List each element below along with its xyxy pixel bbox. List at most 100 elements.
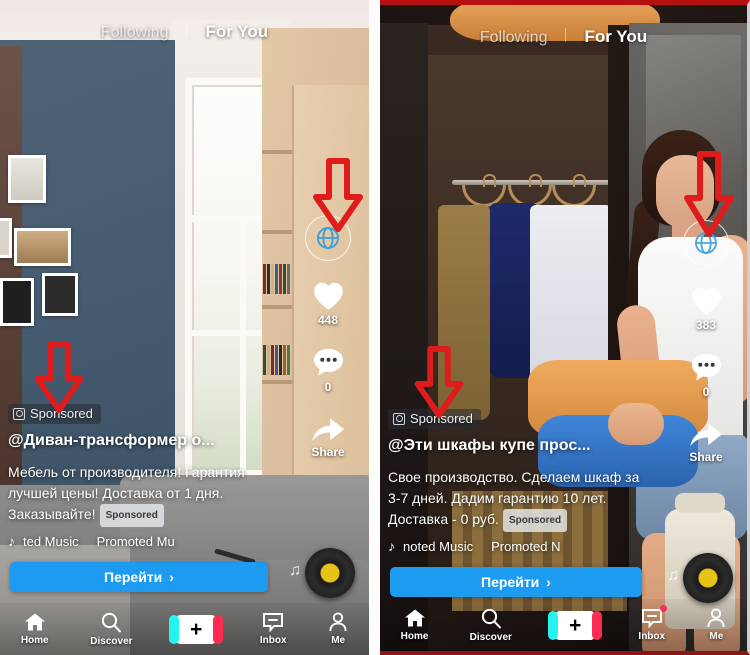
share-arrow-icon xyxy=(312,418,345,442)
comment-count: 0 xyxy=(702,385,710,399)
arrow-to-globe-icon xyxy=(305,157,369,235)
inline-sponsored-chip: Sponsored xyxy=(99,504,164,527)
nav-label-discover: Discover xyxy=(90,635,133,647)
share-button-right[interactable]: Share xyxy=(688,419,724,464)
comment-count: 0 xyxy=(324,380,332,394)
tiktok-screenshot-right: Following For You 383 0 Share Sponsored … xyxy=(380,0,750,655)
like-button-left[interactable]: 448 xyxy=(312,281,345,327)
nav-item-home[interactable]: Home xyxy=(400,608,429,642)
nav-label-me: Me xyxy=(331,635,346,646)
cta-label: Перейти xyxy=(481,574,540,590)
comment-icon xyxy=(313,348,343,376)
share-label: Share xyxy=(311,445,345,459)
action-rail-left: 448 0 Share xyxy=(297,215,359,459)
nav-item-home[interactable]: Home xyxy=(21,612,49,646)
inline-sponsored-chip: Sponsored xyxy=(502,509,568,532)
music-track-1: ted Music xyxy=(23,533,79,549)
person-icon xyxy=(329,612,347,632)
tab-following[interactable]: Following xyxy=(480,29,548,47)
like-count: 448 xyxy=(317,313,339,327)
tiktok-ui-right: Following For You 383 0 Share Sponsored … xyxy=(380,5,747,651)
tiktok-ui-left: Following For You 448 0 Share Sponsored … xyxy=(0,0,369,655)
cta-button-right[interactable]: Перейти › xyxy=(390,567,642,597)
nav-item-create[interactable]: + xyxy=(548,610,603,640)
inbox-message-icon xyxy=(263,613,284,632)
arrow-to-sponsored-badge xyxy=(26,340,92,416)
music-strip-right[interactable]: ♪ noted Music Promoted N xyxy=(388,538,560,554)
screenshot-stage: Following For You 448 0 Share Sponsored … xyxy=(0,0,750,655)
tab-separator xyxy=(565,28,567,42)
tab-separator xyxy=(186,23,188,37)
ad-description-right: Свое производство. Сделаем шкаф за 3-7 д… xyxy=(388,467,680,532)
ad-handle-left[interactable]: @Диван-трансформер о... xyxy=(8,432,215,450)
desc-line-2: лучшей цены! Доставка от 1 дня. xyxy=(8,485,224,501)
comment-button-left[interactable]: 0 xyxy=(312,347,345,394)
desc-line-1: Свое производство. Сделаем шкаф за xyxy=(388,469,640,485)
cta-chevron-icon: › xyxy=(169,569,174,585)
vinyl-record-icon[interactable] xyxy=(305,548,355,598)
music-track-1: noted Music xyxy=(403,538,474,554)
share-arrow-icon xyxy=(690,423,723,447)
share-label: Share xyxy=(689,450,723,464)
search-icon xyxy=(481,608,501,628)
like-button-right[interactable]: 383 xyxy=(690,286,723,332)
info-square-icon xyxy=(13,407,25,420)
nav-item-create[interactable]: + xyxy=(169,614,224,644)
home-icon xyxy=(24,613,45,631)
like-count: 383 xyxy=(695,318,717,332)
inbox-notification-dot xyxy=(660,605,668,612)
panel-gap xyxy=(369,0,380,655)
desc-line-3: Доставка - 0 руб. xyxy=(388,511,499,527)
desc-line-1: Мебель от производителя! Гарантия xyxy=(8,464,245,480)
floating-note-icon: ♫ xyxy=(667,567,679,584)
person-icon xyxy=(707,608,725,628)
inbox-message-icon xyxy=(641,609,662,628)
tab-following[interactable]: Following xyxy=(101,24,169,42)
nav-item-inbox[interactable]: Inbox xyxy=(638,605,668,642)
nav-label-inbox: Inbox xyxy=(638,631,666,642)
comment-button-right[interactable]: 0 xyxy=(690,352,723,399)
arrow-to-globe-icon xyxy=(676,150,742,240)
nav-label-me: Me xyxy=(709,631,724,642)
share-button-left[interactable]: Share xyxy=(310,414,346,459)
bottom-nav-left: Home Discover + Inbox Me xyxy=(0,603,369,655)
nav-item-inbox[interactable]: Inbox xyxy=(260,612,287,646)
nav-label-home: Home xyxy=(20,635,49,646)
desc-line-3: Заказывайте! xyxy=(8,506,96,522)
arrow-to-sponsored-badge xyxy=(406,345,472,421)
tab-for-you[interactable]: For You xyxy=(205,22,268,42)
plus-icon[interactable]: + xyxy=(169,614,224,644)
floating-note-icon: ♫ xyxy=(289,562,301,579)
nav-label-inbox: Inbox xyxy=(259,635,287,646)
cta-chevron-icon: › xyxy=(546,574,551,590)
ad-handle-right[interactable]: @Эти шкафы купе прос... xyxy=(388,437,591,455)
nav-label-discover: Discover xyxy=(469,631,512,643)
cta-button-left[interactable]: Перейти › xyxy=(10,562,268,592)
vinyl-record-icon[interactable] xyxy=(683,553,733,603)
top-tabs-left: Following For You xyxy=(0,22,369,42)
music-track-2: Promoted Mu xyxy=(96,533,175,549)
music-note-icon: ♪ xyxy=(388,538,395,554)
nav-item-discover[interactable]: Discover xyxy=(470,608,512,643)
action-rail-right: 383 0 Share xyxy=(675,220,737,464)
plus-icon[interactable]: + xyxy=(548,610,603,640)
heart-icon xyxy=(691,287,721,315)
nav-item-me[interactable]: Me xyxy=(706,608,726,642)
nav-item-discover[interactable]: Discover xyxy=(90,612,133,647)
bottom-nav-right: Home Discover + Inbox Me xyxy=(380,599,747,651)
nav-item-me[interactable]: Me xyxy=(328,612,348,646)
ad-description-left: Мебель от производителя! Гарантия лучшей… xyxy=(8,462,300,527)
desc-line-2: 3-7 дней. Дадим гарантию 10 лет. xyxy=(388,490,607,506)
music-note-icon: ♪ xyxy=(8,533,15,549)
info-square-icon xyxy=(393,412,405,425)
home-icon xyxy=(404,609,425,627)
music-track-2: Promoted N xyxy=(491,538,561,554)
nav-label-home: Home xyxy=(400,631,429,642)
top-tabs-right: Following For You xyxy=(380,27,747,47)
tab-for-you[interactable]: For You xyxy=(584,27,647,47)
music-strip-left[interactable]: ♪ ted Music Promoted Mu xyxy=(8,533,175,549)
heart-icon xyxy=(313,282,343,310)
comment-icon xyxy=(691,353,721,381)
tiktok-screenshot-left: Following For You 448 0 Share Sponsored … xyxy=(0,0,369,655)
cta-label: Перейти xyxy=(104,569,163,585)
